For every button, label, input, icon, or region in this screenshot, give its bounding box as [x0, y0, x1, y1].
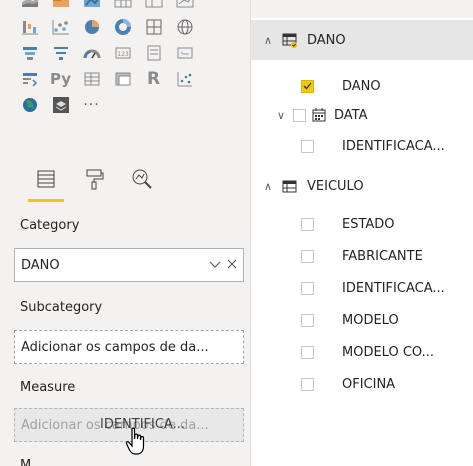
more-visuals-icon[interactable]: ···	[76, 92, 107, 118]
field-row[interactable]: FABRICANTE	[251, 240, 473, 272]
card-icon[interactable]: 123	[107, 40, 138, 66]
visual-icon-row	[14, 0, 244, 14]
fields-pane: ∧ DANO DANO ∨ DATA IDENTIFICACA... ∧ VEI…	[250, 0, 473, 466]
field-row[interactable]: MODELO	[251, 304, 473, 336]
field-name: MODELO CO...	[342, 344, 434, 360]
format-tab[interactable]	[70, 166, 118, 206]
table-icon	[279, 32, 301, 48]
multirow-card-icon[interactable]	[138, 40, 169, 66]
field-checkbox[interactable]	[301, 281, 314, 295]
table-icon	[279, 179, 301, 193]
table-header-dano[interactable]: ∧ DANO	[251, 20, 473, 60]
field-row[interactable]: IDENTIFICACA...	[251, 130, 473, 162]
map-icon[interactable]	[76, 0, 107, 14]
field-checkbox[interactable]	[301, 139, 314, 153]
category-label: Category	[20, 218, 80, 233]
table-visual-icon[interactable]	[76, 66, 107, 92]
field-name: DANO	[342, 78, 381, 94]
field-checkbox[interactable]	[301, 345, 314, 359]
fields-pane-top-strip	[251, 0, 473, 18]
visual-icon-row: ···	[14, 92, 244, 118]
measure-label: Measure	[20, 380, 76, 395]
category-well-actions	[209, 258, 243, 272]
matrix-icon[interactable]	[138, 0, 169, 14]
field-row[interactable]: MODELO CO...	[251, 336, 473, 368]
donut-icon[interactable]	[107, 14, 138, 40]
svg-text:123: 123	[117, 51, 129, 58]
gauge-icon[interactable]	[76, 40, 107, 66]
table-icon[interactable]	[107, 0, 138, 14]
filled-map-icon[interactable]	[45, 0, 76, 14]
key-influencers-icon[interactable]	[14, 66, 45, 92]
table-header-veiculo[interactable]: ∧ VEICULO	[251, 166, 473, 206]
field-row[interactable]: IDENTIFICACA...	[251, 272, 473, 304]
close-icon[interactable]	[227, 258, 237, 272]
visual-icon-row: 123	[14, 40, 244, 66]
hierarchy-row-data[interactable]: ∨ DATA	[251, 100, 473, 130]
matrix-visual-icon[interactable]	[107, 66, 138, 92]
field-name: MODELO	[342, 312, 399, 328]
arcgis-icon[interactable]	[169, 66, 200, 92]
custom-visual-icon[interactable]	[45, 92, 76, 118]
chevron-up-icon[interactable]: ∧	[257, 180, 279, 193]
field-checkbox[interactable]	[301, 217, 314, 231]
fields-tab-icon	[37, 170, 55, 188]
field-checkbox[interactable]	[293, 108, 306, 122]
chevron-down-icon[interactable]: ∨	[271, 109, 291, 122]
field-checkbox[interactable]	[301, 377, 314, 391]
format-tab-icon	[86, 169, 104, 190]
more-label: ···	[83, 97, 100, 113]
scatter-icon[interactable]	[45, 14, 76, 40]
subcategory-placeholder: Adicionar os campos de da...	[21, 339, 209, 355]
analytics-tab[interactable]	[118, 166, 166, 206]
hierarchy-name: DATA	[334, 107, 368, 123]
field-row[interactable]: DANO	[251, 70, 473, 102]
waterfall-icon[interactable]	[14, 14, 45, 40]
slicer-icon[interactable]	[169, 40, 200, 66]
table-name: VEICULO	[307, 178, 364, 194]
subcategory-label: Subcategory	[20, 300, 103, 315]
python-visual-icon[interactable]: Py	[45, 66, 76, 92]
pane-tabs	[0, 166, 250, 206]
category-well[interactable]: DANO	[14, 248, 244, 282]
funnel-icon[interactable]	[14, 40, 45, 66]
field-name: IDENTIFICACA...	[342, 138, 445, 154]
field-checkbox[interactable]	[301, 313, 314, 327]
pie-icon[interactable]	[76, 14, 107, 40]
table-name: DANO	[307, 32, 346, 48]
stacked-area-icon[interactable]	[14, 0, 45, 14]
subcategory-well[interactable]: Adicionar os campos de da...	[14, 330, 244, 364]
next-well-label: M	[20, 458, 32, 466]
r-visual-icon[interactable]: R	[138, 66, 169, 92]
field-name: FABRICANTE	[342, 248, 423, 264]
calendar-icon	[312, 108, 326, 122]
chevron-down-icon[interactable]	[209, 258, 221, 272]
globe-map-icon[interactable]	[14, 92, 45, 118]
field-checkbox[interactable]	[301, 79, 314, 93]
field-name: ESTADO	[342, 216, 395, 232]
visual-icon-grid: 123 Py R ···	[14, 0, 244, 118]
visual-icon-row	[14, 14, 244, 40]
treemap-icon[interactable]	[138, 14, 169, 40]
analytics-tab-icon	[132, 169, 152, 189]
r-label: R	[146, 69, 161, 89]
globe-icon[interactable]	[169, 14, 200, 40]
fields-tab[interactable]	[22, 166, 70, 206]
hand-cursor-icon	[125, 427, 145, 455]
active-tab-indicator	[28, 199, 64, 202]
visualizations-pane: 123 Py R ··· Category DANO Subcategory A…	[0, 0, 250, 466]
field-name: IDENTIFICACA...	[342, 280, 445, 296]
kpi-icon[interactable]	[169, 0, 200, 14]
field-row[interactable]: OFICINA	[251, 368, 473, 400]
field-name: OFICINA	[342, 376, 396, 392]
python-label: Py	[49, 70, 72, 88]
chevron-up-icon[interactable]: ∧	[257, 34, 279, 47]
filter-icon[interactable]	[45, 40, 76, 66]
visual-icon-row: Py R	[14, 66, 244, 92]
field-row[interactable]: ESTADO	[251, 208, 473, 240]
category-value: DANO	[21, 257, 60, 273]
field-checkbox[interactable]	[301, 249, 314, 263]
